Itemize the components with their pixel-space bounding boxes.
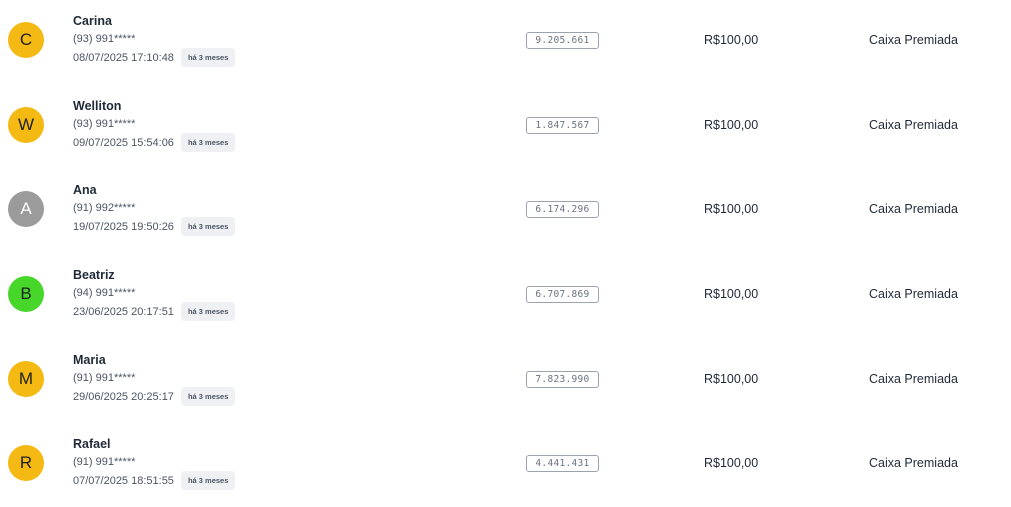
winner-phone: (94) 991***** [73, 287, 136, 299]
list-item: M Maria (91) 991***** 29/06/2025 20:25:1… [0, 339, 1011, 423]
winner-datetime: 29/06/2025 20:25:17 [73, 390, 174, 403]
ticket-number: 9.205.661 [526, 32, 599, 49]
winner-phone: (91) 991***** [73, 456, 136, 468]
prize-amount: R$100,00 [704, 456, 759, 470]
ticket-number: 4.441.431 [526, 455, 599, 472]
winner-datetime: 19/07/2025 19:50:26 [73, 220, 174, 233]
prize-name: Caixa Premiada [869, 118, 958, 132]
avatar: M [8, 361, 44, 397]
avatar: C [8, 22, 44, 58]
winner-phone: (91) 992***** [73, 202, 136, 214]
list-item: R Rafael (91) 991***** 07/07/2025 18:51:… [0, 423, 1011, 507]
time-ago-badge: há 3 meses [180, 471, 236, 490]
ticket-number: 7.823.990 [526, 371, 599, 388]
winner-datetime-line: 29/06/2025 20:25:17 há 3 meses [73, 387, 236, 406]
avatar: R [8, 445, 44, 481]
ticket-number: 6.707.869 [526, 286, 599, 303]
winner-name: Rafael [73, 437, 111, 451]
ticket-number: 6.174.296 [526, 201, 599, 218]
winner-name: Welliton [73, 99, 122, 113]
avatar: W [8, 107, 44, 143]
avatar: B [8, 276, 44, 312]
avatar: A [8, 191, 44, 227]
prize-name: Caixa Premiada [869, 33, 958, 47]
winner-name: Ana [73, 183, 97, 197]
winner-datetime: 23/06/2025 20:17:51 [73, 305, 174, 318]
list-item: A Ana (91) 992***** 19/07/2025 19:50:26 … [0, 169, 1011, 253]
winner-datetime-line: 23/06/2025 20:17:51 há 3 meses [73, 302, 236, 321]
time-ago-badge: há 3 meses [180, 387, 236, 406]
ticket-number: 1.847.567 [526, 117, 599, 134]
time-ago-badge: há 3 meses [180, 48, 236, 67]
winner-datetime: 07/07/2025 18:51:55 [73, 474, 174, 487]
prize-amount: R$100,00 [704, 287, 759, 301]
time-ago-badge: há 3 meses [180, 217, 236, 236]
winner-datetime-line: 07/07/2025 18:51:55 há 3 meses [73, 471, 236, 490]
prize-amount: R$100,00 [704, 33, 759, 47]
winner-name: Beatriz [73, 268, 115, 282]
winner-phone: (91) 991***** [73, 372, 136, 384]
winner-datetime-line: 19/07/2025 19:50:26 há 3 meses [73, 217, 236, 236]
prize-name: Caixa Premiada [869, 372, 958, 386]
winner-name: Maria [73, 353, 106, 367]
prize-name: Caixa Premiada [869, 456, 958, 470]
list-item: W Welliton (93) 991***** 09/07/2025 15:5… [0, 85, 1011, 169]
prize-name: Caixa Premiada [869, 202, 958, 216]
list-item: C Carina (93) 991***** 08/07/2025 17:10:… [0, 0, 1011, 84]
winners-list: C Carina (93) 991***** 08/07/2025 17:10:… [0, 0, 1011, 490]
prize-amount: R$100,00 [704, 372, 759, 386]
winner-datetime: 08/07/2025 17:10:48 [73, 51, 174, 64]
winner-phone: (93) 991***** [73, 33, 136, 45]
prize-amount: R$100,00 [704, 202, 759, 216]
time-ago-badge: há 3 meses [180, 133, 236, 152]
winner-name: Carina [73, 14, 112, 28]
prize-name: Caixa Premiada [869, 287, 958, 301]
prize-amount: R$100,00 [704, 118, 759, 132]
time-ago-badge: há 3 meses [180, 302, 236, 321]
winner-phone: (93) 991***** [73, 118, 136, 130]
list-item: B Beatriz (94) 991***** 23/06/2025 20:17… [0, 254, 1011, 338]
winner-datetime-line: 08/07/2025 17:10:48 há 3 meses [73, 48, 236, 67]
winner-datetime-line: 09/07/2025 15:54:06 há 3 meses [73, 133, 236, 152]
winner-datetime: 09/07/2025 15:54:06 [73, 136, 174, 149]
